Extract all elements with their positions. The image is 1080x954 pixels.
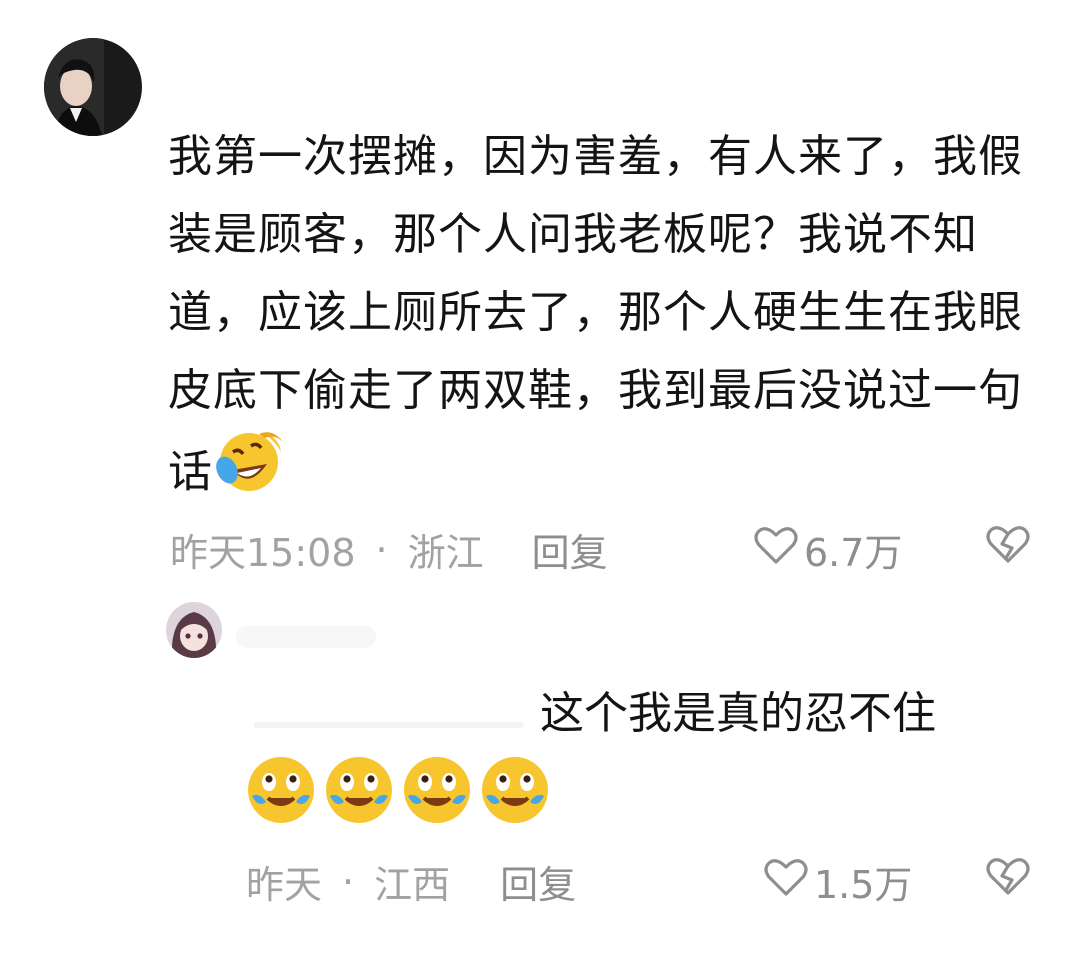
replier-name-redacted (236, 626, 376, 648)
broken-heart-icon (986, 858, 1030, 895)
reply-button[interactable]: 回复 (532, 522, 608, 577)
reply-meta: 昨天 · 江西 回复 (246, 854, 576, 909)
crying-laughing-icon (322, 752, 396, 830)
broken-heart-icon (986, 526, 1030, 563)
like-count: 1.5万 (814, 863, 913, 907)
reply-button[interactable]: 回复 (500, 854, 576, 909)
dislike-button[interactable] (986, 524, 1030, 568)
like-button[interactable]: 1.5万 (764, 854, 912, 909)
heart-icon (764, 857, 808, 906)
rolling-on-floor-laughing-icon (213, 430, 285, 519)
separator-dot: · (342, 859, 355, 904)
reply-emoji-row (244, 752, 552, 830)
comment-text: 我第一次摆摊，因为害羞，有人来了，我假装是顾客，那个人问我老板呢？我说不知道，应… (168, 118, 1048, 519)
separator-dot: · (375, 527, 388, 572)
like-button[interactable]: 6.7万 (754, 522, 902, 577)
crying-laughing-icon (478, 752, 552, 830)
crying-laughing-icon (244, 752, 318, 830)
reply-location: 江西 (374, 863, 451, 907)
reply-text: 这个我是真的忍不住 (540, 688, 936, 739)
commenter-avatar[interactable] (44, 38, 142, 136)
replier-avatar[interactable] (166, 602, 222, 658)
like-count: 6.7万 (804, 531, 903, 575)
comment-meta: 昨天15:08 · 浙江 回复 (170, 522, 608, 577)
reply-prefix-redacted (254, 722, 524, 728)
heart-icon (754, 525, 798, 574)
crying-laughing-icon (400, 752, 474, 830)
comment-time: 昨天15:08 (170, 531, 356, 575)
dislike-button[interactable] (986, 856, 1030, 900)
reply-time: 昨天 (246, 863, 323, 907)
comment-location: 浙江 (407, 531, 484, 575)
